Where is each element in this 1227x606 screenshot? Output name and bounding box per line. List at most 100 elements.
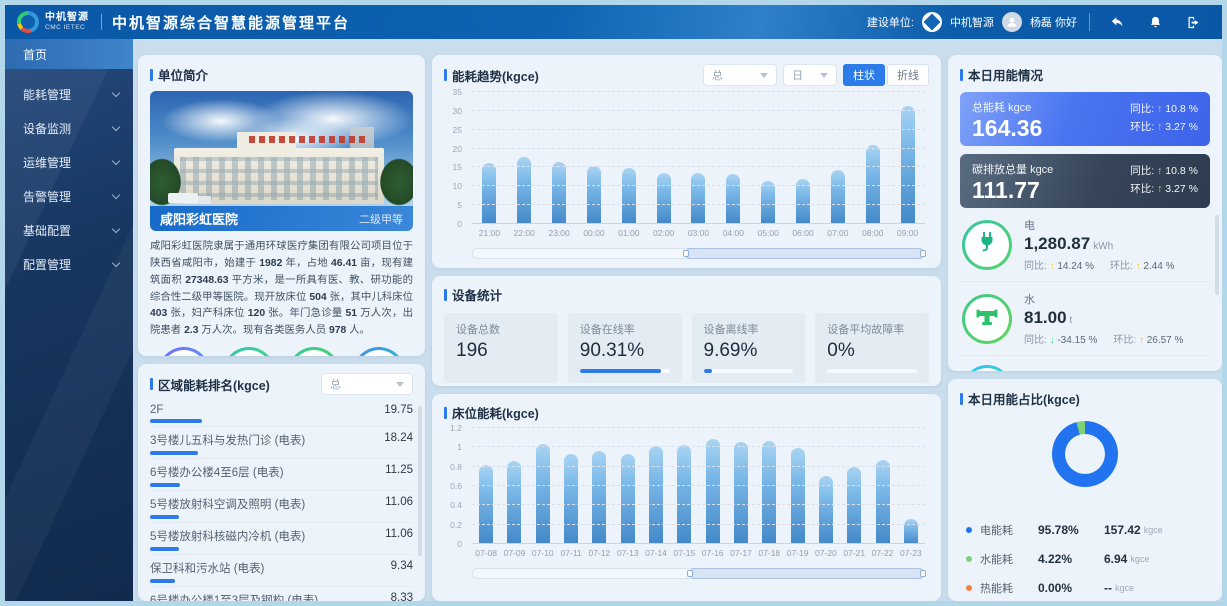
y-axis: 05101520253035 bbox=[444, 92, 468, 224]
hospital-photo: 咸阳彩虹医院 二级甲等 bbox=[150, 91, 413, 231]
unit-stat: 600 张 床位数 bbox=[347, 347, 411, 356]
x-axis: 07-0807-0907-1007-1107-1207-1307-1407-15… bbox=[472, 548, 925, 558]
card-value: 111.77 bbox=[972, 179, 1053, 202]
device-stat-value: 0% bbox=[827, 340, 917, 362]
zoom-handle-right[interactable] bbox=[920, 250, 926, 257]
bed-energy-chart: 00.20.40.60.811.2 07-0807-0907-1007-1107… bbox=[444, 428, 929, 586]
bar-07-09 bbox=[507, 461, 521, 544]
bar-01:00 bbox=[622, 168, 636, 224]
bar-view-button[interactable]: 柱状 bbox=[843, 64, 885, 86]
legend-unit: kgce bbox=[1130, 554, 1149, 564]
bar-07-23 bbox=[904, 519, 918, 544]
sidebar-item[interactable]: 告警管理 bbox=[5, 179, 133, 213]
sidebar-item[interactable]: 能耗管理 bbox=[5, 77, 133, 111]
dashboard-frame: 中机智源 CMC IETEC 中机智源综合智慧能源管理平台 建设单位: 中机智源… bbox=[0, 0, 1227, 606]
today-panel-scrollbar[interactable] bbox=[1215, 215, 1219, 295]
device-stat-card: 设备总数 196 bbox=[444, 313, 558, 383]
zoom-handle-right[interactable] bbox=[920, 570, 926, 577]
legend-percent: 95.78% bbox=[1038, 523, 1104, 537]
bar-07-10 bbox=[536, 444, 550, 544]
device-stat-label: 设备总数 bbox=[456, 321, 546, 337]
trend-period-value: 日 bbox=[792, 67, 803, 83]
card-value: 164.36 bbox=[972, 117, 1042, 140]
device-stat-card: 设备在线率 90.31% bbox=[568, 313, 682, 383]
ranking-scrollbar[interactable] bbox=[418, 406, 422, 556]
ranking-filter-select[interactable]: 总 bbox=[321, 373, 413, 395]
legend-dot bbox=[966, 527, 972, 533]
sidebar-item-label: 配置管理 bbox=[23, 256, 71, 273]
device-stat-value: 90.31% bbox=[580, 340, 670, 362]
legend-unit: kgce bbox=[1144, 525, 1163, 535]
legend-label: 水能耗 bbox=[980, 551, 1038, 567]
device-stat-label: 设备离线率 bbox=[704, 321, 794, 337]
legend-percent: 0.00% bbox=[1038, 581, 1104, 595]
legend-label: 电能耗 bbox=[980, 522, 1038, 538]
data-zoom-slider[interactable] bbox=[472, 248, 925, 259]
sidebar-item-label: 能耗管理 bbox=[23, 86, 71, 103]
energy-icon-ring bbox=[962, 220, 1012, 270]
zoom-handle-left[interactable] bbox=[683, 250, 689, 257]
up-arrow-icon: ↑ bbox=[1157, 183, 1162, 195]
trend-period-select[interactable]: 日 bbox=[783, 64, 837, 86]
user-avatar[interactable] bbox=[1002, 12, 1022, 32]
sidebar-item-label: 基础配置 bbox=[23, 222, 71, 239]
energy-type-row: 电 1,280.87kWh 同比: ↑ 14.24 % 环比: ↑ 2.44 % bbox=[960, 208, 1210, 282]
builder-name: 中机智源 bbox=[950, 14, 994, 30]
energy-icon-ring bbox=[962, 365, 1012, 371]
yoy-value: 10.8 % bbox=[1165, 103, 1198, 115]
legend-value: 6.94 bbox=[1104, 552, 1127, 566]
title-marker bbox=[444, 69, 447, 81]
bar-23:00 bbox=[552, 162, 566, 224]
chevron-down-icon bbox=[112, 224, 120, 232]
mom-label: 环比: bbox=[1110, 261, 1133, 272]
ranking-row: 2F19.75 bbox=[150, 399, 413, 427]
bar-07-19 bbox=[791, 448, 805, 544]
unit-description: 咸阳彩虹医院隶属于通用环球医疗集团有限公司项目位于陕西省咸阳市，始建于 1982… bbox=[150, 239, 413, 340]
ranking-row: 5号楼放射科空调及照明 (电表)11.06 bbox=[150, 491, 413, 523]
sidebar-item-home[interactable]: 首页 bbox=[5, 39, 133, 69]
up-arrow-icon: ↑ bbox=[1157, 121, 1162, 133]
sidebar-item[interactable]: 基础配置 bbox=[5, 213, 133, 247]
logout-icon[interactable] bbox=[1178, 11, 1208, 33]
sidebar-item[interactable]: 配置管理 bbox=[5, 247, 133, 281]
building-windows bbox=[180, 157, 378, 200]
data-zoom-slider[interactable] bbox=[472, 568, 925, 579]
ambulance-decoration bbox=[168, 193, 198, 203]
bell-icon[interactable] bbox=[1140, 11, 1170, 33]
yoy-value: -34.15 % bbox=[1057, 335, 1097, 346]
ranking-row: 保卫科和污水站 (电表)9.34 bbox=[150, 555, 413, 587]
card-unit: kgce bbox=[1030, 164, 1053, 176]
bar-07-17 bbox=[734, 442, 748, 544]
legend-percent: 4.22% bbox=[1038, 552, 1104, 566]
title-marker bbox=[960, 393, 963, 405]
bar-04:00 bbox=[726, 174, 740, 224]
bar-03:00 bbox=[691, 173, 705, 224]
ranking-row: 5号楼放射科核磁内冷机 (电表)11.06 bbox=[150, 523, 413, 555]
energy-unit: t bbox=[1070, 315, 1073, 326]
app-header: 中机智源 CMC IETEC 中机智源综合智慧能源管理平台 建设单位: 中机智源… bbox=[5, 5, 1222, 39]
back-icon[interactable] bbox=[1102, 11, 1132, 33]
line-view-button[interactable]: 折线 bbox=[887, 64, 929, 86]
y-axis: 00.20.40.60.811.2 bbox=[444, 428, 468, 544]
device-stat-value: 196 bbox=[456, 340, 546, 362]
bar-02:00 bbox=[657, 173, 671, 224]
unit-intro-panel: 单位简介 咸阳彩虹医院 二级甲等 咸阳彩虹医院隶属于通用 bbox=[138, 55, 425, 356]
bed-panel-title: 床位能耗(kgce) bbox=[452, 403, 539, 422]
device-stat-card: 设备平均故障率 0% bbox=[815, 313, 929, 383]
sidebar-item-label: 告警管理 bbox=[23, 188, 71, 205]
stat-ring: 600 张 bbox=[353, 347, 405, 356]
trend-type-select[interactable]: 总 bbox=[703, 64, 777, 86]
photo-caption-bar: 咸阳彩虹医院 二级甲等 bbox=[150, 206, 413, 231]
sidebar-item[interactable]: 设备监测 bbox=[5, 111, 133, 145]
chevron-down-icon bbox=[112, 156, 120, 164]
sidebar-item[interactable]: 运维管理 bbox=[5, 145, 133, 179]
legend-dot bbox=[966, 585, 972, 591]
tree-decoration bbox=[373, 150, 413, 214]
devices-panel-title: 设备统计 bbox=[452, 285, 502, 304]
user-greeting: 杨磊 你好 bbox=[1030, 14, 1077, 30]
energy-type-label: 水 bbox=[1024, 291, 1183, 307]
zoom-handle-left[interactable] bbox=[687, 570, 693, 577]
legend-unit: kgce bbox=[1115, 583, 1134, 593]
tree-decoration bbox=[150, 150, 188, 214]
bar-21:00 bbox=[482, 163, 496, 224]
